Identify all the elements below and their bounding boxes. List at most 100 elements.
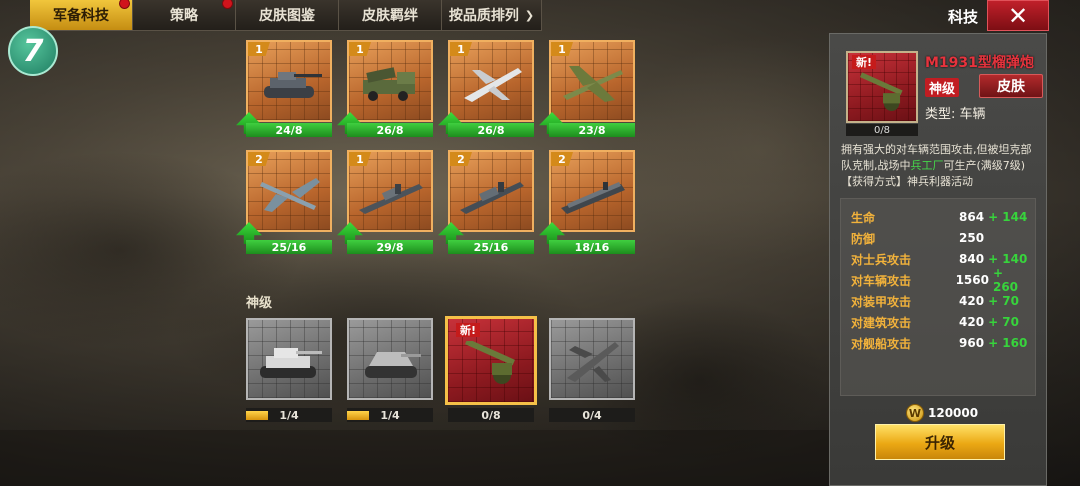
bottom-strip bbox=[0, 430, 830, 486]
jet-icon bbox=[464, 68, 522, 102]
close-icon: ✕ bbox=[1007, 1, 1029, 30]
badge-number: 7 bbox=[22, 33, 44, 69]
new-tag: 新! bbox=[456, 323, 481, 337]
stat-bonus: + 70 bbox=[988, 294, 1019, 308]
stat-row: 防御 250 bbox=[851, 228, 1031, 248]
progress-fill bbox=[246, 411, 268, 420]
bomber-icon bbox=[563, 66, 623, 102]
howitzer-icon bbox=[859, 72, 903, 112]
stat-bonus: + 144 bbox=[988, 210, 1028, 224]
destroyer-icon bbox=[359, 184, 423, 214]
section-title: 神级 bbox=[246, 296, 273, 311]
card-count: 18/16 bbox=[549, 240, 635, 254]
fighter-icon bbox=[567, 342, 619, 382]
level-badge: 1 bbox=[349, 42, 371, 56]
tab-label: 皮肤羁绊 bbox=[362, 8, 418, 24]
close-button[interactable]: ✕ bbox=[987, 0, 1049, 31]
upgrade-button[interactable]: 升级 bbox=[875, 424, 1005, 460]
unit-name: M1931型榴弹炮 bbox=[925, 55, 1034, 71]
detail-unit-icon: 新! bbox=[846, 51, 918, 123]
unit-card[interactable]: 1 bbox=[347, 40, 433, 122]
stat-value: 960 bbox=[959, 336, 985, 350]
stat-value: 864 bbox=[959, 210, 985, 224]
unit-card[interactable]: 2 bbox=[448, 150, 534, 232]
stat-row: 生命 864 + 144 bbox=[851, 207, 1031, 227]
level-badge: 2 bbox=[551, 152, 573, 166]
card-count: 29/8 bbox=[347, 240, 433, 254]
howitzer-icon bbox=[465, 341, 515, 384]
stat-name: 对士兵攻击 bbox=[851, 252, 912, 267]
stat-row: 对装甲攻击 420 + 70 bbox=[851, 291, 1031, 311]
card-count: 26/8 bbox=[448, 123, 534, 137]
stat-value: 420 bbox=[959, 294, 985, 308]
description-highlight: 兵工厂 bbox=[910, 159, 944, 172]
stat-name: 对车辆攻击 bbox=[851, 273, 912, 288]
stat-name: 生命 bbox=[851, 210, 876, 225]
stat-value: 250 bbox=[959, 231, 985, 245]
tab-arms-tech[interactable]: 军备科技 bbox=[30, 0, 133, 31]
level-badge: 1 bbox=[551, 42, 573, 56]
rocket-truck-icon bbox=[363, 67, 415, 101]
level-badge: 2 bbox=[248, 152, 270, 166]
stat-row: 对车辆攻击 1560 + 260 bbox=[851, 266, 1031, 294]
sort-label: 按品质排列 bbox=[448, 8, 519, 24]
tab-skin-gallery[interactable]: 皮肤图鉴 bbox=[236, 0, 339, 31]
progress-fill bbox=[347, 411, 369, 420]
level-badge: 2 bbox=[450, 152, 472, 166]
unit-card[interactable]: 2 bbox=[246, 150, 332, 232]
unit-card[interactable] bbox=[347, 318, 433, 400]
card-count: 25/16 bbox=[246, 240, 332, 254]
sort-dropdown[interactable]: 按品质排列 ❯ bbox=[442, 0, 542, 31]
card-count: 25/16 bbox=[448, 240, 534, 254]
card-count: 0/4 bbox=[549, 408, 635, 422]
unit-card-selected[interactable]: 新! bbox=[445, 316, 537, 405]
coin-icon: W bbox=[906, 404, 924, 422]
level-badge: 1 bbox=[248, 42, 270, 56]
notification-dot bbox=[119, 0, 130, 9]
unit-card[interactable]: 1 bbox=[448, 40, 534, 122]
level-badge: 1 bbox=[349, 152, 371, 166]
unit-type: 类型: 车辆 bbox=[925, 107, 986, 122]
stat-value: 420 bbox=[959, 315, 985, 329]
battleship-icon bbox=[460, 182, 524, 214]
tank-icon bbox=[264, 72, 322, 98]
assault-gun-icon bbox=[365, 352, 421, 378]
stat-bonus: + 160 bbox=[988, 336, 1028, 350]
unit-card[interactable]: 1 bbox=[246, 40, 332, 122]
tier-badge: 神级 bbox=[925, 78, 960, 97]
carrier-icon bbox=[561, 182, 625, 214]
tab-label: 策略 bbox=[170, 8, 198, 24]
tab-bar: 军备科技 策略 皮肤图鉴 皮肤羁绊 按品质排列 ❯ bbox=[30, 0, 542, 31]
chevron-down-icon: ❯ bbox=[524, 8, 535, 22]
unit-detail-panel: 新! 0/8 M1931型榴弹炮 神级 皮肤 类型: 车辆 拥有强大的对车辆范围… bbox=[829, 33, 1047, 486]
level-badge: 1 bbox=[450, 42, 472, 56]
unit-card[interactable]: 2 bbox=[549, 150, 635, 232]
stat-name: 对装甲攻击 bbox=[851, 294, 912, 309]
page-title: 科技 bbox=[948, 8, 979, 26]
stat-name: 对舰船攻击 bbox=[851, 336, 912, 351]
card-count: 23/8 bbox=[549, 123, 635, 137]
stat-bonus: + 140 bbox=[988, 252, 1028, 266]
card-count: 24/8 bbox=[246, 123, 332, 137]
stats-table: 生命 864 + 144 防御 250 对士兵攻击 840 + 140 对车辆攻… bbox=[840, 198, 1036, 396]
stat-name: 防御 bbox=[851, 231, 876, 246]
unit-card[interactable] bbox=[246, 318, 332, 400]
floating-assist-badge[interactable]: 7 bbox=[8, 26, 58, 76]
tab-label: 皮肤图鉴 bbox=[259, 8, 315, 24]
unit-card[interactable]: 1 bbox=[549, 40, 635, 122]
unit-card[interactable]: 1 bbox=[347, 150, 433, 232]
card-count: 26/8 bbox=[347, 123, 433, 137]
tab-label: 军备科技 bbox=[53, 8, 109, 24]
tab-strategy[interactable]: 策略 bbox=[133, 0, 236, 31]
unit-card[interactable] bbox=[549, 318, 635, 400]
tab-skin-bond[interactable]: 皮肤羁绊 bbox=[339, 0, 442, 31]
card-count: 0/8 bbox=[448, 408, 534, 422]
stat-bonus: + 70 bbox=[988, 315, 1019, 329]
skin-button[interactable]: 皮肤 bbox=[979, 74, 1043, 98]
heavy-tank-icon bbox=[260, 348, 322, 378]
upgrade-cost: W 120000 bbox=[906, 404, 978, 422]
stat-name: 对建筑攻击 bbox=[851, 315, 912, 330]
stat-row: 对建筑攻击 420 + 70 bbox=[851, 312, 1031, 332]
stat-value: 840 bbox=[959, 252, 985, 266]
flying-boat-icon bbox=[260, 178, 320, 212]
